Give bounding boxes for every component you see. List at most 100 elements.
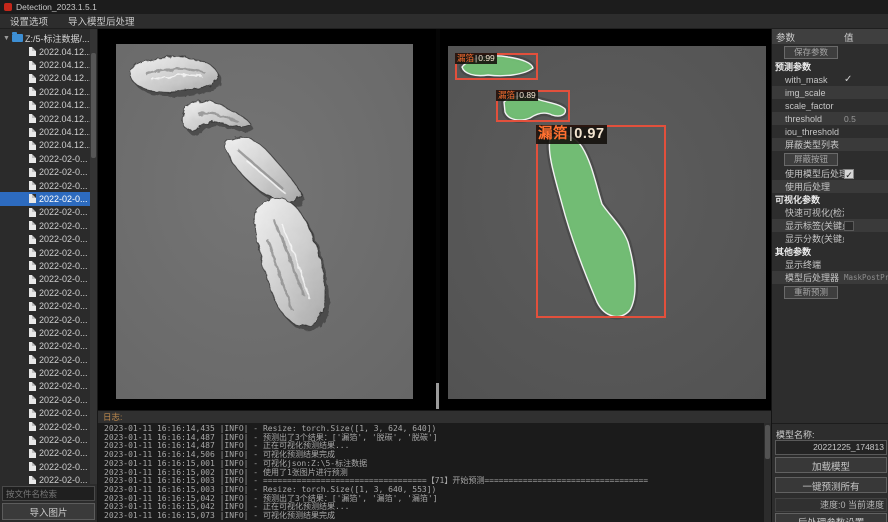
tree-item[interactable]: 2022.04.12...: [0, 139, 97, 152]
result-image-panel[interactable]: 漏箔|0.99漏箔|0.89漏箔|0.97: [440, 29, 771, 410]
tree-item-label: 2022-02-0...: [39, 248, 88, 258]
tree-item[interactable]: 2022-02-0...: [0, 152, 97, 165]
file-icon: [29, 449, 36, 458]
file-icon: [29, 141, 36, 150]
checkbox-unchecked[interactable]: [844, 221, 854, 231]
original-image[interactable]: [116, 44, 413, 399]
param-button[interactable]: 保存参数: [784, 46, 838, 59]
file-icon: [29, 422, 36, 431]
tree-item-label: 2022-02-0...: [39, 167, 88, 177]
tree-item[interactable]: 2022-02-0...: [0, 380, 97, 393]
file-icon: [29, 208, 36, 217]
param-row[interactable]: 模型后处理器MaskPostPro: [772, 271, 888, 284]
tree-item[interactable]: 2022.04.12...: [0, 58, 97, 71]
param-value: ✓: [844, 169, 888, 179]
import-image-button[interactable]: 导入图片: [2, 503, 95, 520]
param-row[interactable]: 使用后处理: [772, 180, 888, 193]
file-icon: [29, 328, 36, 337]
log-scrollbar[interactable]: [764, 423, 771, 522]
tree-item[interactable]: 2022.04.12...: [0, 85, 97, 98]
tree-item-label: 2022.04.12...: [39, 127, 92, 137]
result-image[interactable]: 漏箔|0.99漏箔|0.89漏箔|0.97: [448, 46, 766, 399]
tree-item[interactable]: 2022-02-0...: [0, 353, 97, 366]
load-model-button[interactable]: 加载模型: [775, 457, 887, 473]
tree-item[interactable]: 2022-02-0...: [0, 286, 97, 299]
param-row[interactable]: threshold0.5: [772, 112, 888, 125]
tree-item-label: 2022-02-0...: [39, 462, 88, 472]
tree-item[interactable]: 2022.04.12...: [0, 72, 97, 85]
splitter-handle[interactable]: [436, 383, 439, 409]
detection-class-text: 漏箔: [538, 125, 568, 144]
param-label: 快速可视化(检测): [772, 206, 844, 219]
tree-item[interactable]: 2022-02-0...: [0, 206, 97, 219]
tree-item[interactable]: 2022-02-0...: [0, 166, 97, 179]
param-row[interactable]: img_scale: [772, 86, 888, 99]
model-name-field[interactable]: 20221225_174813: [775, 440, 887, 455]
image-viewer: 漏箔|0.99漏箔|0.89漏箔|0.97: [98, 29, 771, 410]
tree-item[interactable]: 2022-02-0...: [0, 192, 97, 205]
param-section-header: 其他参数: [772, 245, 888, 258]
tree-item[interactable]: 2022-02-0...: [0, 340, 97, 353]
detection-box: 漏箔|0.97: [536, 125, 666, 318]
tree-item[interactable]: 2022.04.12...: [0, 125, 97, 138]
tree-item[interactable]: 2022-02-0...: [0, 474, 97, 485]
param-row[interactable]: 快速可视化(检测): [772, 206, 888, 219]
file-icon: [29, 61, 36, 70]
detection-label: 漏箔|0.97: [536, 125, 607, 144]
param-row[interactable]: with_mask✓: [772, 73, 888, 86]
tree-item[interactable]: 2022.04.12...: [0, 99, 97, 112]
tree-item[interactable]: 2022-02-0...: [0, 219, 97, 232]
param-button[interactable]: 屏蔽按钮: [784, 153, 838, 166]
param-row[interactable]: 显示终端: [772, 258, 888, 271]
tree-item[interactable]: 2022-02-0...: [0, 232, 97, 245]
tree-item[interactable]: 2022-02-0...: [0, 259, 97, 272]
tree-item[interactable]: 2022-02-0...: [0, 407, 97, 420]
file-icon: [29, 47, 36, 56]
params-header: 参数 值: [772, 29, 888, 44]
param-label: 显示终端: [772, 258, 844, 271]
tree-item[interactable]: 2022-02-0...: [0, 366, 97, 379]
tree-item[interactable]: 2022-02-0...: [0, 447, 97, 460]
tree-item[interactable]: 2022-02-0...: [0, 273, 97, 286]
param-row[interactable]: scale_factor: [772, 99, 888, 112]
tree-item[interactable]: 2022-02-0...: [0, 393, 97, 406]
tree-item[interactable]: 2022-02-0...: [0, 179, 97, 192]
file-icon: [29, 101, 36, 110]
filename-search-input[interactable]: [2, 486, 95, 501]
postprocess-settings-button[interactable]: 后处理参数设置: [775, 513, 887, 522]
menu-item-import-postprocess[interactable]: 导入模型后处理: [58, 14, 145, 28]
param-button[interactable]: 重新预测: [784, 286, 838, 299]
param-label: img_scale: [772, 88, 844, 98]
detection-label: 漏箔|0.99: [455, 53, 497, 64]
params-col-param: 参数: [772, 30, 844, 44]
predict-all-button[interactable]: 一键预测所有: [775, 477, 887, 493]
original-image-panel[interactable]: [98, 29, 436, 410]
tree-item[interactable]: 2022-02-0...: [0, 460, 97, 473]
param-section-header: 预测参数: [772, 60, 888, 73]
param-value-text: 0.5: [844, 114, 856, 124]
scrollbar-thumb[interactable]: [91, 53, 96, 158]
params-col-value: 值: [844, 30, 888, 44]
tree-item[interactable]: 2022-02-0...: [0, 246, 97, 259]
tree-item[interactable]: 2022.04.12...: [0, 45, 97, 58]
param-row[interactable]: 显示分数(关键点): [772, 232, 888, 245]
tree-item[interactable]: 2022-02-0...: [0, 299, 97, 312]
menu-item-settings[interactable]: 设置选项: [0, 14, 58, 28]
param-row[interactable]: 屏蔽类型列表: [772, 138, 888, 151]
param-row[interactable]: iou_threshold: [772, 125, 888, 138]
tree-item[interactable]: 2022-02-0...: [0, 313, 97, 326]
tree-scrollbar[interactable]: [90, 29, 97, 484]
tree-item[interactable]: 2022-02-0...: [0, 326, 97, 339]
file-icon: [29, 409, 36, 418]
param-row[interactable]: 使用模型后处理✓: [772, 167, 888, 180]
expand-arrow-icon[interactable]: ▼: [3, 35, 10, 42]
checkbox-checked[interactable]: ✓: [844, 169, 854, 179]
log-scrollbar-thumb[interactable]: [765, 425, 770, 459]
tree-item[interactable]: 2022.04.12...: [0, 112, 97, 125]
tree-item[interactable]: 2022-02-0...: [0, 420, 97, 433]
param-row[interactable]: 显示标签(关键点): [772, 219, 888, 232]
log-output[interactable]: 2023-01-11 16:16:14,435 |INFO| - Resize:…: [98, 423, 771, 522]
file-icon: [29, 369, 36, 378]
tree-item[interactable]: 2022-02-0...: [0, 433, 97, 446]
tree-root-item[interactable]: ▼ Z:/5-标注数据/...: [0, 31, 97, 45]
